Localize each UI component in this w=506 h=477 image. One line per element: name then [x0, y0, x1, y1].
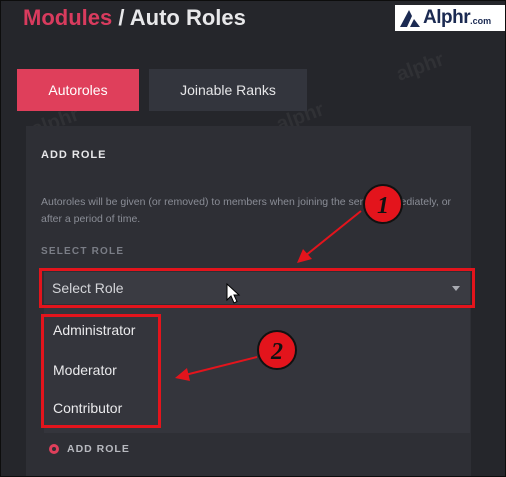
step-1-badge: 1: [363, 184, 403, 224]
arrow-1: [297, 210, 362, 263]
step-2-label: 2: [270, 339, 283, 365]
annotation-overlay: 1 2: [175, 184, 403, 381]
step-1-label: 1: [377, 193, 389, 219]
step-2-badge: 2: [257, 330, 297, 370]
screenshot-frame: alphr alphr alphr alphr alphr alphr alph…: [0, 0, 506, 477]
arrow-2: [175, 356, 258, 381]
mouse-cursor-icon: [226, 282, 241, 304]
